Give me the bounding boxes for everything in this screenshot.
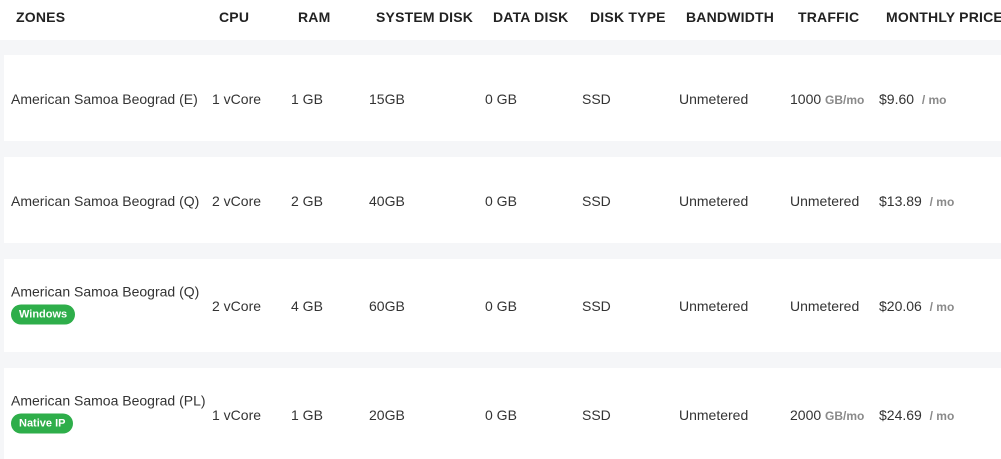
- data-disk-cell: 0 GB: [485, 193, 517, 209]
- price-unit: / mo: [929, 195, 955, 209]
- data-disk-cell: 0 GB: [485, 407, 517, 423]
- price-unit: / mo: [929, 300, 955, 314]
- header-data-disk: DATA DISK: [493, 9, 569, 25]
- traffic-value: 1000: [790, 91, 822, 107]
- cpu-cell: 2 vCore: [212, 298, 262, 314]
- zone-cell: American Samoa Beograd (Q) Windows: [11, 284, 199, 325]
- price-unit: / mo: [929, 409, 955, 423]
- ram-cell: 1 GB: [291, 407, 323, 423]
- traffic-value: 2000: [790, 407, 822, 423]
- table-row[interactable]: American Samoa Beograd (Q) 2 vCore 2 GB …: [4, 157, 1001, 243]
- price-unit: / mo: [921, 93, 947, 107]
- data-disk-cell: 0 GB: [485, 91, 517, 107]
- bandwidth-cell: Unmetered: [679, 298, 749, 314]
- price-cell: $9.60 / mo: [879, 91, 947, 107]
- zone-name: American Samoa Beograd (E): [11, 91, 198, 107]
- header-traffic: TRAFFIC: [798, 9, 860, 25]
- bandwidth-cell: Unmetered: [679, 407, 749, 423]
- traffic-value: Unmetered: [790, 193, 860, 209]
- price-value: $13.89: [879, 193, 922, 209]
- zone-cell: American Samoa Beograd (PL) Native IP: [11, 393, 206, 434]
- bandwidth-cell: Unmetered: [679, 193, 749, 209]
- ram-cell: 1 GB: [291, 91, 323, 107]
- price-value: $20.06: [879, 298, 922, 314]
- traffic-cell: Unmetered: [790, 193, 859, 209]
- table-row[interactable]: American Samoa Beograd (E) 1 vCore 1 GB …: [4, 55, 1001, 141]
- zone-name: American Samoa Beograd (Q): [11, 193, 200, 209]
- native-ip-badge: Native IP: [11, 413, 74, 434]
- disk-type-cell: SSD: [582, 193, 611, 209]
- table-header: ZONES CPU RAM SYSTEM DISK DATA DISK DISK…: [0, 0, 1001, 40]
- price-cell: $24.69 / mo: [879, 407, 954, 423]
- header-bandwidth: BANDWIDTH: [686, 9, 775, 25]
- price-value: $9.60: [879, 91, 915, 107]
- zone-cell: American Samoa Beograd (Q): [11, 193, 199, 209]
- table-row[interactable]: American Samoa Beograd (Q) Windows 2 vCo…: [4, 259, 1001, 352]
- header-zones: ZONES: [16, 9, 66, 25]
- windows-badge: Windows: [11, 304, 76, 325]
- system-disk-cell: 15GB: [369, 91, 405, 107]
- system-disk-cell: 60GB: [369, 298, 405, 314]
- traffic-cell: 1000 GB/mo: [790, 91, 864, 107]
- price-cell: $20.06 / mo: [879, 298, 954, 314]
- traffic-unit: GB/mo: [825, 93, 865, 107]
- zone-name: American Samoa Beograd (Q): [11, 283, 200, 300]
- header-disk-type: DISK TYPE: [590, 9, 666, 25]
- traffic-cell: 2000 GB/mo: [790, 407, 864, 423]
- header-cpu: CPU: [219, 9, 250, 25]
- traffic-unit: GB/mo: [825, 409, 865, 423]
- disk-type-cell: SSD: [582, 407, 611, 423]
- bandwidth-cell: Unmetered: [679, 91, 749, 107]
- zone-cell: American Samoa Beograd (E): [11, 91, 198, 107]
- table-row[interactable]: American Samoa Beograd (PL) Native IP 1 …: [4, 368, 1001, 459]
- ram-cell: 4 GB: [291, 298, 323, 314]
- system-disk-cell: 20GB: [369, 407, 405, 423]
- header-monthly-price: MONTHLY PRICE: [886, 9, 1001, 25]
- header-system-disk: SYSTEM DISK: [376, 9, 474, 25]
- zone-name: American Samoa Beograd (PL): [11, 392, 206, 409]
- price-value: $24.69: [879, 407, 922, 423]
- price-cell: $13.89 / mo: [879, 193, 954, 209]
- system-disk-cell: 40GB: [369, 193, 405, 209]
- ram-cell: 2 GB: [291, 193, 323, 209]
- cpu-cell: 1 vCore: [212, 91, 262, 107]
- disk-type-cell: SSD: [582, 91, 611, 107]
- cpu-cell: 2 vCore: [212, 193, 262, 209]
- data-disk-cell: 0 GB: [485, 298, 517, 314]
- cpu-cell: 1 vCore: [212, 407, 262, 423]
- traffic-value: Unmetered: [790, 298, 860, 314]
- disk-type-cell: SSD: [582, 298, 611, 314]
- header-ram: RAM: [298, 9, 331, 25]
- traffic-cell: Unmetered: [790, 298, 859, 314]
